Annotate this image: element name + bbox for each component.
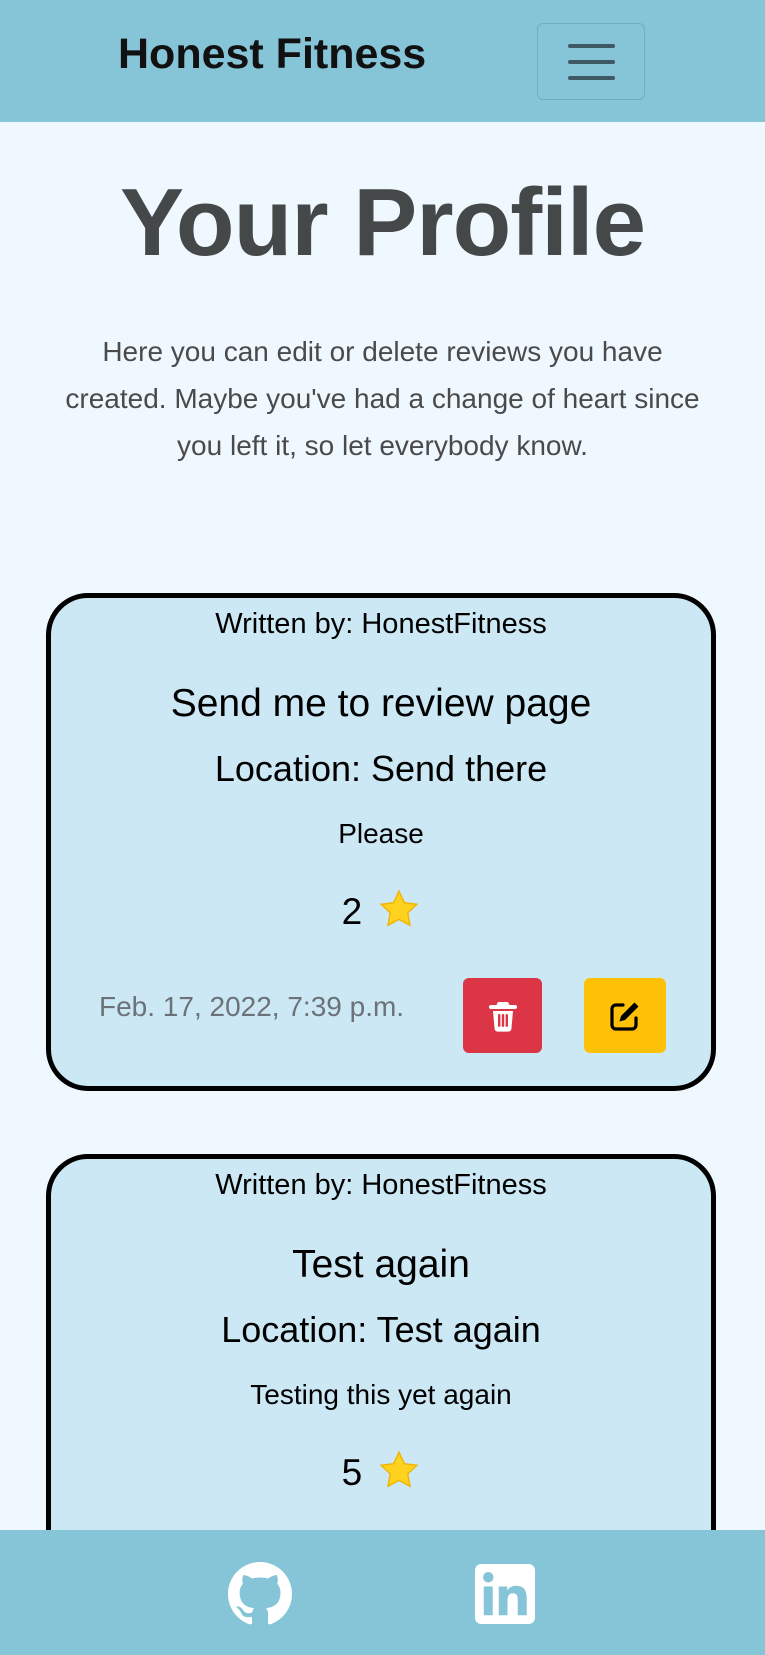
review-date: Feb. 17, 2022, 7:39 p.m. [99,991,405,1022]
linkedin-icon [475,1564,535,1624]
edit-pencil-icon [610,1002,639,1031]
review-rating-value: 2 [341,891,363,932]
review-rating: 2 [51,888,711,933]
linkedin-link[interactable] [475,1564,539,1628]
brand-link[interactable]: Honest Fitness [118,30,426,79]
review-body: Testing this yet again [250,1379,512,1410]
hamburger-menu-icon [568,44,615,48]
review-body: Please [338,818,424,849]
review-rating: 5 [51,1449,711,1494]
edit-review-button[interactable] [584,978,666,1053]
page-title: Your Profile [120,169,646,276]
review-location: Location: Send there [214,748,548,789]
github-link[interactable] [228,1562,292,1626]
review-location: Location: Test again [221,1309,541,1350]
delete-review-button[interactable] [463,978,542,1053]
review-author: Written by: HonestFitness [215,1169,547,1201]
review-title: Send me to review page [170,682,592,725]
review-card: Written by: HonestFitness Send me to rev… [46,593,716,1091]
review-rating-value: 5 [341,1452,363,1493]
footer [0,1530,765,1655]
review-title: Test again [292,1243,470,1286]
page-intro: Here you can edit or delete reviews you … [65,336,700,461]
review-author: Written by: HonestFitness [215,608,547,640]
navbar: Honest Fitness [0,0,765,122]
github-icon [228,1562,292,1625]
star-icon [380,889,419,927]
star-icon [380,1450,419,1488]
trash-icon [488,1001,517,1032]
hamburger-menu-button[interactable] [537,23,645,100]
